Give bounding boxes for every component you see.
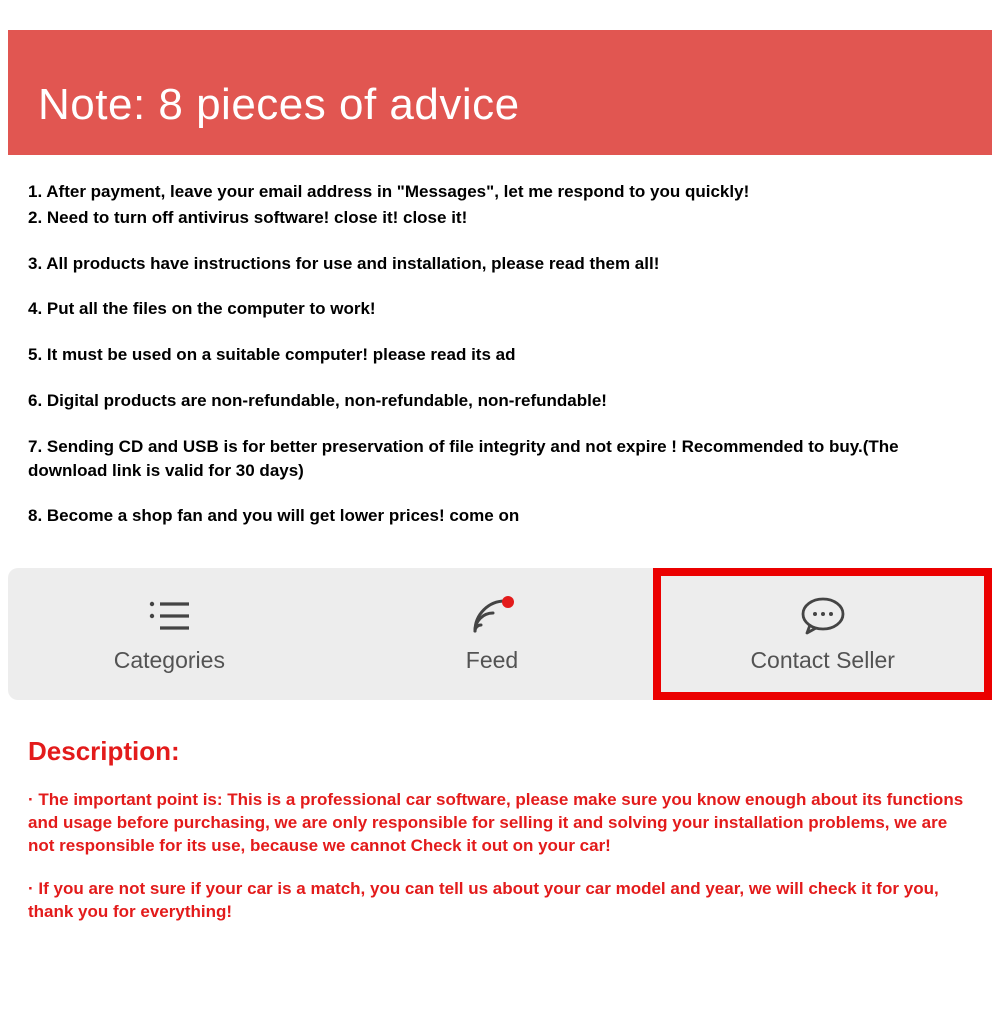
nav-bar: Categories Feed Contact Seller bbox=[8, 568, 992, 700]
nav-label: Categories bbox=[114, 647, 225, 674]
description-section: Description: · The important point is: T… bbox=[0, 700, 1000, 924]
description-text: · If you are not sure if your car is a m… bbox=[28, 878, 972, 924]
nav-categories[interactable]: Categories bbox=[8, 568, 331, 700]
advice-item: 1. After payment, leave your email addre… bbox=[28, 180, 972, 204]
banner-title: Note: 8 pieces of advice bbox=[38, 80, 962, 130]
advice-item: 8. Become a shop fan and you will get lo… bbox=[28, 504, 972, 528]
advice-item: 3. All products have instructions for us… bbox=[28, 252, 972, 276]
advice-item: 6. Digital products are non-refundable, … bbox=[28, 389, 972, 413]
nav-contact-seller[interactable]: Contact Seller bbox=[653, 568, 992, 700]
advice-item: 2. Need to turn off antivirus software! … bbox=[28, 206, 972, 230]
advice-item: 5. It must be used on a suitable compute… bbox=[28, 343, 972, 367]
nav-label: Contact Seller bbox=[750, 647, 894, 674]
advice-item: 4. Put all the files on the computer to … bbox=[28, 297, 972, 321]
chat-icon bbox=[798, 595, 848, 637]
banner: Note: 8 pieces of advice bbox=[8, 30, 992, 155]
advice-item: 7. Sending CD and USB is for better pres… bbox=[28, 435, 972, 483]
feed-icon bbox=[467, 595, 517, 637]
list-icon bbox=[147, 595, 191, 637]
nav-label: Feed bbox=[466, 647, 518, 674]
nav-feed[interactable]: Feed bbox=[331, 568, 654, 700]
advice-list: 1. After payment, leave your email addre… bbox=[0, 155, 1000, 568]
description-text: · The important point is: This is a prof… bbox=[28, 789, 972, 858]
description-title: Description: bbox=[28, 736, 972, 767]
